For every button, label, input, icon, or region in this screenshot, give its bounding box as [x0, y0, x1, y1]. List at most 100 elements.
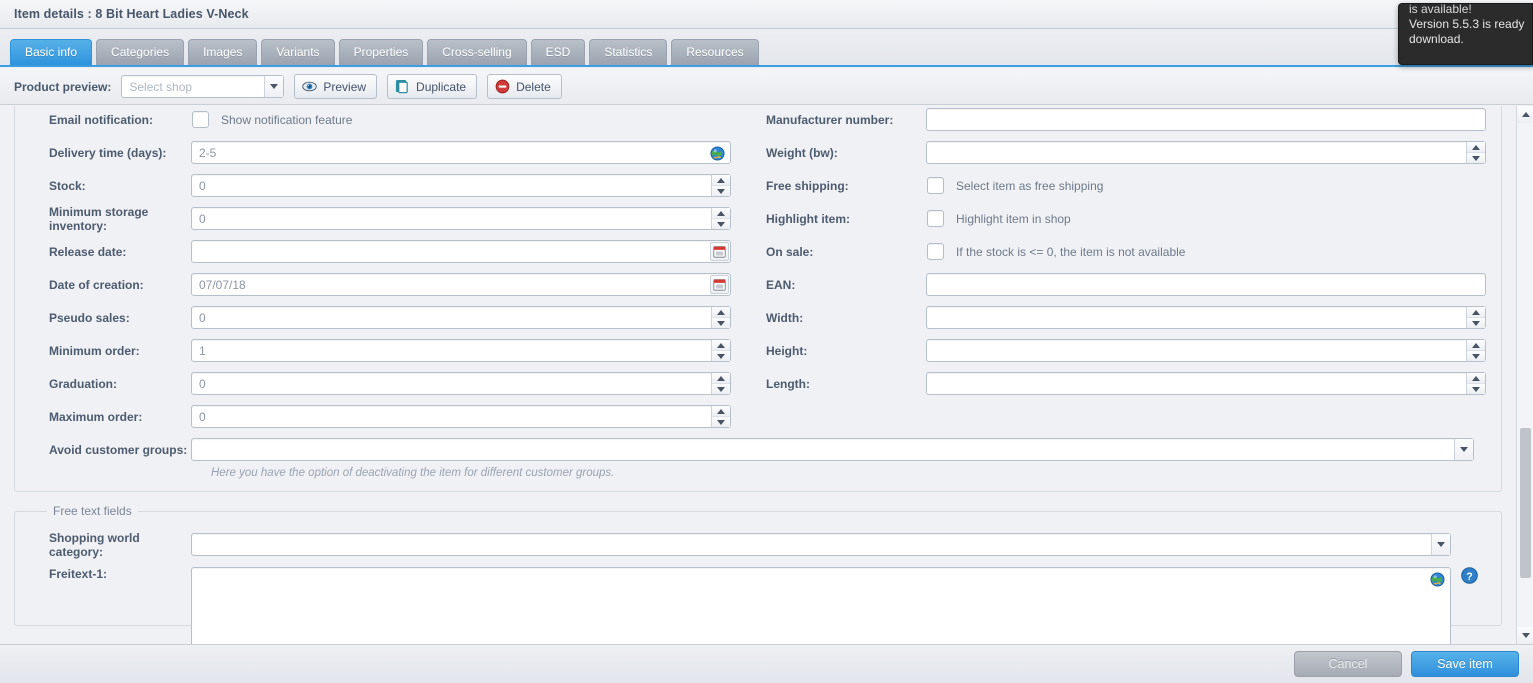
- tab-resources[interactable]: Resources: [671, 39, 759, 65]
- spinner-up-icon[interactable]: [1467, 340, 1485, 351]
- chevron-down-icon[interactable]: [1431, 534, 1450, 555]
- shop-select[interactable]: Select shop: [121, 75, 285, 98]
- stock-input[interactable]: 0: [191, 174, 731, 197]
- free-text-fields-fieldset: Free text fields Shopping world category…: [14, 504, 1502, 644]
- scroll-down-button[interactable]: [1517, 627, 1533, 644]
- minimum-storage-inventory-spinner[interactable]: [711, 208, 730, 229]
- spinner-down-icon[interactable]: [712, 351, 730, 361]
- manufacturer-number-label: Manufacturer number:: [766, 112, 894, 127]
- graduation-spinner[interactable]: [711, 373, 730, 394]
- cancel-button[interactable]: Cancel: [1294, 651, 1402, 677]
- tab-basic-info[interactable]: Basic info: [10, 39, 93, 65]
- maximum-order-label: Maximum order:: [49, 409, 143, 424]
- length-input[interactable]: [926, 372, 1486, 395]
- pseudo-sales-input[interactable]: 0: [191, 306, 731, 329]
- preview-button[interactable]: Preview: [294, 74, 378, 99]
- help-icon[interactable]: ?: [1461, 567, 1478, 584]
- scroll-up-button[interactable]: [1517, 106, 1533, 123]
- chevron-down-icon[interactable]: [1454, 439, 1473, 460]
- minimum-order-spinner[interactable]: [711, 340, 730, 361]
- graduation-input[interactable]: 0: [191, 372, 731, 395]
- weight-spinner[interactable]: [1466, 142, 1485, 163]
- globe-icon[interactable]: [1430, 572, 1445, 587]
- save-item-button[interactable]: Save item: [1411, 651, 1519, 677]
- tab-categories[interactable]: Categories: [96, 39, 185, 65]
- field-width: Width:: [758, 301, 1487, 334]
- release-date-input[interactable]: [191, 240, 731, 263]
- spinner-up-icon[interactable]: [1467, 142, 1485, 153]
- field-email-notification: Email notification: Show notification fe…: [29, 106, 758, 136]
- on-sale-label: On sale:: [766, 244, 814, 259]
- duplicate-button[interactable]: Duplicate: [387, 74, 478, 99]
- width-label: Width:: [766, 310, 804, 325]
- spinner-down-icon[interactable]: [712, 318, 730, 328]
- avoid-customer-groups-input[interactable]: [191, 438, 1474, 461]
- width-input[interactable]: [926, 306, 1486, 329]
- date-of-creation-input[interactable]: 07/07/18: [191, 273, 731, 296]
- tab-esd[interactable]: ESD: [530, 39, 586, 65]
- tab-images[interactable]: Images: [188, 39, 258, 65]
- ean-input[interactable]: [926, 273, 1486, 296]
- maximum-order-spinner[interactable]: [711, 406, 730, 427]
- spinner-down-icon[interactable]: [1467, 351, 1485, 361]
- minimum-storage-inventory-value: 0: [199, 211, 206, 226]
- spinner-down-icon[interactable]: [712, 384, 730, 394]
- email-notification-checkbox[interactable]: [192, 111, 209, 128]
- maximum-order-input[interactable]: 0: [191, 405, 731, 428]
- tab-variants[interactable]: Variants: [261, 39, 335, 65]
- weight-input[interactable]: [926, 141, 1486, 164]
- chevron-down-icon[interactable]: [264, 76, 284, 97]
- pseudo-sales-spinner[interactable]: [711, 307, 730, 328]
- minimum-order-input[interactable]: 1: [191, 339, 731, 362]
- delete-button[interactable]: Delete: [487, 74, 562, 99]
- stock-spinner[interactable]: [711, 175, 730, 196]
- globe-icon[interactable]: [710, 146, 725, 161]
- field-shopping-world-category: Shopping world category:: [29, 528, 1487, 561]
- graduation-value: 0: [199, 376, 206, 391]
- spinner-up-icon[interactable]: [712, 208, 730, 219]
- update-notification-toast[interactable]: is available! Version 5.5.3 is ready dow…: [1398, 3, 1533, 65]
- height-spinner[interactable]: [1466, 340, 1485, 361]
- spinner-down-icon[interactable]: [712, 219, 730, 229]
- free-shipping-checkbox[interactable]: [927, 177, 944, 194]
- height-input[interactable]: [926, 339, 1486, 362]
- spinner-up-icon[interactable]: [1467, 307, 1485, 318]
- email-notification-checkbox-text: Show notification feature: [221, 112, 353, 127]
- spinner-up-icon[interactable]: [712, 340, 730, 351]
- height-label: Height:: [766, 343, 808, 358]
- tab-bar: Basic info Categories Images Variants Pr…: [0, 29, 1533, 67]
- minimum-storage-inventory-label: Minimum storage inventory:: [49, 204, 149, 233]
- minimum-storage-inventory-input[interactable]: 0: [191, 207, 731, 230]
- tab-properties[interactable]: Properties: [338, 39, 424, 65]
- field-graduation: Graduation: 0: [29, 367, 758, 400]
- tab-cross-selling[interactable]: Cross-selling: [427, 39, 527, 65]
- width-spinner[interactable]: [1466, 307, 1485, 328]
- highlight-item-checkbox-text: Highlight item in shop: [956, 211, 1071, 226]
- vertical-scrollbar[interactable]: [1516, 106, 1533, 644]
- spinner-down-icon[interactable]: [712, 186, 730, 196]
- field-freitext-1: Freitext-1: ?: [29, 561, 1487, 644]
- manufacturer-number-input[interactable]: [926, 108, 1486, 131]
- spinner-up-icon[interactable]: [712, 406, 730, 417]
- spinner-up-icon[interactable]: [712, 175, 730, 186]
- delivery-time-input[interactable]: 2-5: [191, 141, 731, 164]
- highlight-item-checkbox[interactable]: [927, 210, 944, 227]
- on-sale-checkbox[interactable]: [927, 243, 944, 260]
- field-manufacturer-number: Manufacturer number:: [758, 106, 1487, 136]
- spinner-up-icon[interactable]: [712, 307, 730, 318]
- freitext-1-textarea[interactable]: [191, 567, 1451, 644]
- calendar-icon[interactable]: [710, 275, 729, 294]
- spinner-down-icon[interactable]: [1467, 384, 1485, 394]
- spinner-down-icon[interactable]: [712, 417, 730, 427]
- spinner-down-icon[interactable]: [1467, 318, 1485, 328]
- tab-statistics[interactable]: Statistics: [589, 39, 668, 65]
- scrollbar-thumb[interactable]: [1520, 428, 1531, 578]
- window-titlebar: Item details : 8 Bit Heart Ladies V-Neck: [0, 0, 1533, 29]
- spinner-up-icon[interactable]: [1467, 373, 1485, 384]
- graduation-label: Graduation:: [49, 376, 117, 391]
- spinner-up-icon[interactable]: [712, 373, 730, 384]
- shopping-world-category-input[interactable]: [191, 533, 1451, 556]
- length-spinner[interactable]: [1466, 373, 1485, 394]
- spinner-down-icon[interactable]: [1467, 153, 1485, 163]
- calendar-icon[interactable]: [710, 242, 729, 261]
